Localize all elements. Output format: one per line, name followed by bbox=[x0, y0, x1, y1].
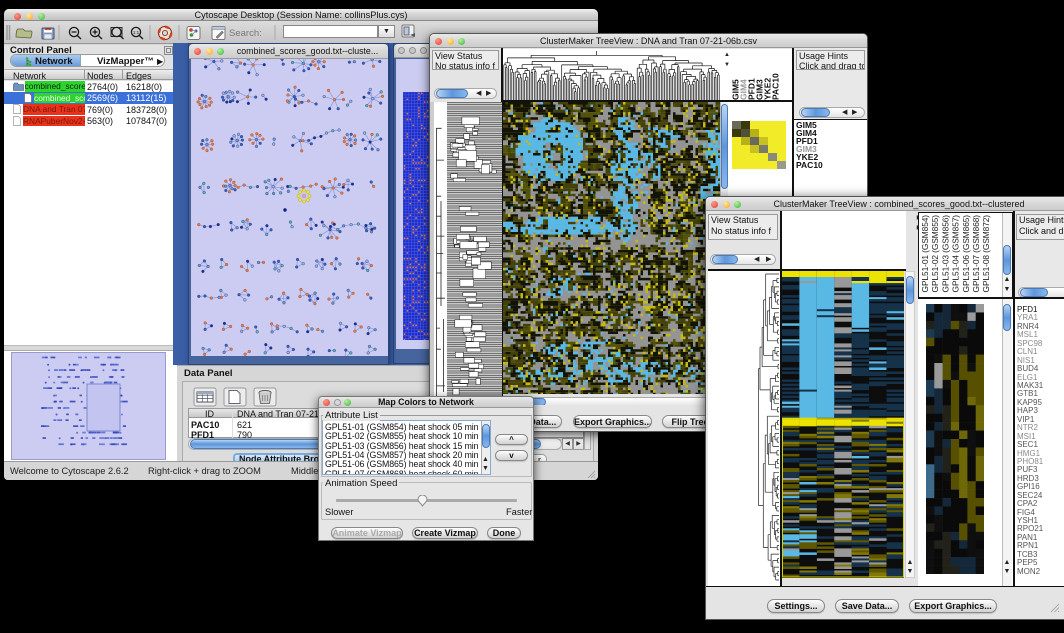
svg-text:Search:: Search: bbox=[229, 28, 262, 39]
svg-text:GPL51-02 (GSM855): GPL51-02 (GSM855) bbox=[930, 215, 940, 293]
svg-text:1:1: 1:1 bbox=[133, 30, 140, 35]
svg-text:PAC10: PAC10 bbox=[771, 73, 781, 100]
svg-text:GPL51-03 (GSM856): GPL51-03 (GSM856) bbox=[940, 215, 950, 293]
svg-text:GPL51-04 (GSM857): GPL51-04 (GSM857) bbox=[951, 215, 961, 293]
svg-text:GPL51-07 (GSM868): GPL51-07 (GSM868) bbox=[971, 215, 981, 293]
svg-text:GPL51-08 (GSM872): GPL51-08 (GSM872) bbox=[981, 215, 991, 293]
svg-text:GPL51-01 (GSM854): GPL51-01 (GSM854) bbox=[920, 215, 930, 293]
svg-text:GPL51-06 (GSM865): GPL51-06 (GSM865) bbox=[961, 215, 971, 293]
